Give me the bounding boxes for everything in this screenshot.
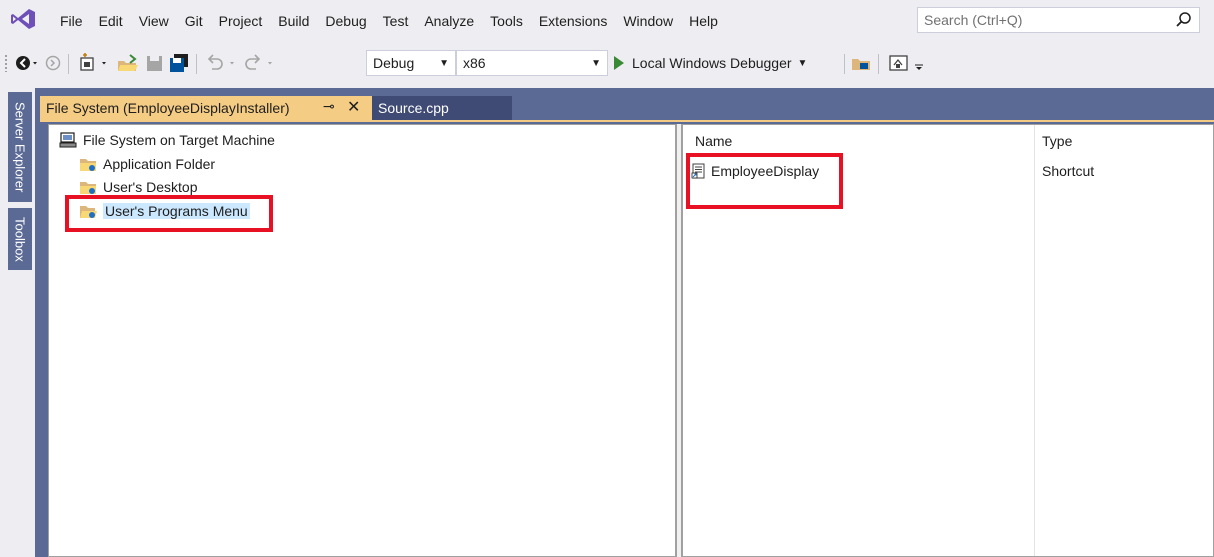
menu-edit[interactable]: Edit xyxy=(95,13,135,29)
pin-icon[interactable]: ⊸ xyxy=(323,98,335,115)
menu-view[interactable]: View xyxy=(135,13,181,29)
platform-value: x86 xyxy=(463,55,486,71)
menu-test[interactable]: Test xyxy=(379,13,421,29)
back-icon[interactable] xyxy=(14,53,38,73)
toolbar-separator xyxy=(196,54,197,74)
open-icon[interactable] xyxy=(116,53,142,73)
browser-link-icon[interactable] xyxy=(888,53,910,73)
toolbox-tab[interactable]: Toolbox xyxy=(8,208,32,270)
highlight-box-programs-menu xyxy=(65,195,273,232)
document-tabs: File System (EmployeeDisplayInstaller) ⊸… xyxy=(40,96,1214,120)
menu-git[interactable]: Git xyxy=(181,13,215,29)
column-divider[interactable] xyxy=(1034,125,1035,556)
standard-toolbar: Debug ▼ x86 ▼ Local Windows Debugger ▼ xyxy=(0,44,1214,82)
start-debugging-button[interactable]: Local Windows Debugger ▼ xyxy=(614,52,807,74)
menu-file[interactable]: File xyxy=(56,13,95,29)
toolbox-label: Toolbox xyxy=(12,216,28,262)
special-folder-icon xyxy=(80,182,96,194)
side-tool-strip: Server Explorer Toolbox xyxy=(0,88,35,557)
tab-underline xyxy=(40,120,1214,122)
computer-icon xyxy=(59,132,77,148)
search-input[interactable]: Search (Ctrl+Q) xyxy=(917,7,1200,33)
chevron-down-icon: ▼ xyxy=(591,58,601,69)
solution-configuration-select[interactable]: Debug ▼ xyxy=(366,50,456,76)
tree-item-label: Application Folder xyxy=(103,156,216,172)
server-explorer-tab[interactable]: Server Explorer xyxy=(8,92,32,202)
toolbar-separator xyxy=(878,54,879,74)
forward-icon[interactable] xyxy=(42,53,64,73)
close-icon[interactable]: ✕ xyxy=(347,97,360,117)
tree-root-label: File System on Target Machine xyxy=(83,132,275,148)
tab-file-system-label: File System (EmployeeDisplayInstaller) xyxy=(46,100,290,116)
search-icon xyxy=(1176,12,1191,27)
new-project-icon[interactable] xyxy=(78,53,112,73)
toolbar-separator xyxy=(68,54,69,74)
save-all-icon[interactable] xyxy=(168,53,192,73)
file-system-tree-pane[interactable]: File System on Target Machine Applicatio… xyxy=(48,124,676,557)
search-placeholder: Search (Ctrl+Q) xyxy=(924,12,1023,28)
special-folder-icon xyxy=(80,159,96,171)
play-icon xyxy=(614,56,624,70)
tab-file-system[interactable]: File System (EmployeeDisplayInstaller) ⊸… xyxy=(40,96,372,120)
tree-item-label: User's Desktop xyxy=(103,179,198,195)
toolbar-grip[interactable] xyxy=(4,54,8,72)
menu-window[interactable]: Window xyxy=(619,13,685,29)
highlight-box-employee-display xyxy=(686,153,843,209)
visual-studio-logo-icon[interactable] xyxy=(10,8,36,30)
column-header-type[interactable]: Type xyxy=(1042,133,1072,149)
menu-help[interactable]: Help xyxy=(685,13,730,29)
menu-project[interactable]: Project xyxy=(215,13,275,29)
configuration-value: Debug xyxy=(373,55,415,71)
column-header-name[interactable]: Name xyxy=(695,133,732,149)
chevron-down-icon: ▼ xyxy=(439,58,449,69)
save-icon[interactable] xyxy=(144,53,166,73)
tab-source-cpp[interactable]: Source.cpp xyxy=(372,96,512,120)
menu-debug[interactable]: Debug xyxy=(321,13,378,29)
find-in-files-icon[interactable] xyxy=(850,53,874,73)
toolbar-separator xyxy=(844,54,845,74)
redo-icon[interactable] xyxy=(242,53,278,73)
toolbar-overflow-icon[interactable] xyxy=(912,53,926,73)
tree-root-target-machine[interactable]: File System on Target Machine xyxy=(59,130,275,150)
tree-item-application-folder[interactable]: Application Folder xyxy=(79,154,215,174)
chevron-down-icon: ▼ xyxy=(797,57,808,69)
menu-build[interactable]: Build xyxy=(274,13,321,29)
tree-item-users-desktop[interactable]: User's Desktop xyxy=(79,177,197,197)
menu-bar: File Edit View Git Project Build Debug T… xyxy=(0,0,1214,42)
undo-icon[interactable] xyxy=(204,53,240,73)
list-item-type: Shortcut xyxy=(1042,163,1095,179)
run-label: Local Windows Debugger xyxy=(632,55,792,71)
menu-extensions[interactable]: Extensions xyxy=(535,13,619,29)
menu-items: File Edit View Git Project Build Debug T… xyxy=(56,10,730,32)
menu-analyze[interactable]: Analyze xyxy=(420,13,486,29)
tab-source-cpp-label: Source.cpp xyxy=(378,100,449,116)
server-explorer-label: Server Explorer xyxy=(12,101,28,193)
solution-platform-select[interactable]: x86 ▼ xyxy=(456,50,608,76)
menu-tools[interactable]: Tools xyxy=(486,13,535,29)
